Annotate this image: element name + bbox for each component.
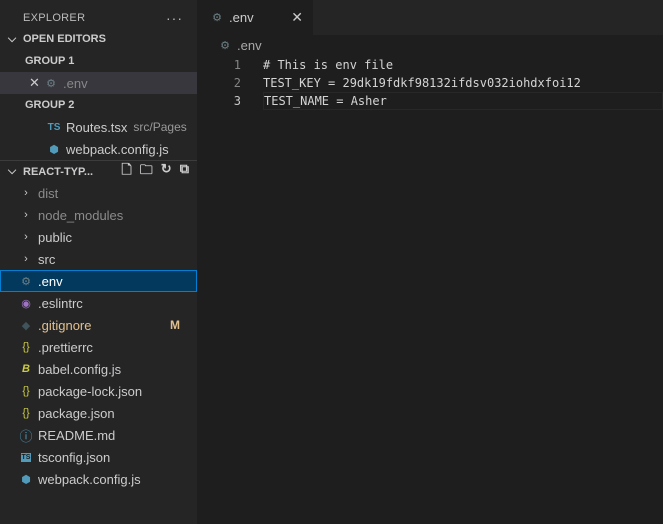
chevron-right-icon: › (24, 209, 28, 221)
webpack-icon: ⬢ (49, 143, 59, 156)
folder-dist[interactable]: › dist (0, 182, 197, 204)
file-name: package-lock.json (38, 383, 143, 399)
folder-name: dist (38, 185, 59, 201)
typescript-icon: TS (47, 121, 61, 133)
folder-name: src (38, 251, 56, 267)
line-number: 3 (233, 94, 241, 108)
refresh-icon[interactable]: ↻ (161, 161, 172, 183)
folder-name: public (38, 229, 72, 245)
open-editor-env[interactable]: ✕ ⚙ .env (0, 72, 197, 94)
new-file-icon[interactable]: 🗋 (121, 161, 131, 183)
new-folder-icon[interactable]: 🗀 (140, 161, 153, 183)
project-title: REACT-TYP... (23, 165, 94, 178)
editor-tab-bar: ⚙ .env ✕ (197, 0, 663, 35)
chevron-down-icon: ⌵ (7, 165, 17, 177)
file-babel-config[interactable]: Bbabel.config.js (0, 358, 197, 380)
babel-icon: B (22, 363, 30, 375)
gear-icon: ⚙ (21, 275, 31, 288)
gear-icon: ⚙ (46, 77, 56, 90)
code-line-current: 3 TEST_NAME = Asher (197, 92, 663, 110)
code-editor[interactable]: 1 # This is env file 2 TEST_KEY = 29dk19fd… (197, 56, 663, 110)
file-gitignore[interactable]: ◆ .gitignore M (0, 314, 197, 336)
json-icon: {} (22, 385, 30, 397)
close-icon[interactable]: ✕ (29, 75, 43, 91)
group-2-label: GROUP 2 (25, 99, 75, 111)
folder-name: node_modules (38, 207, 124, 223)
open-editors-header[interactable]: ⌵ OPEN EDITORS (0, 28, 197, 50)
tab-env[interactable]: ⚙ .env ✕ (197, 0, 313, 35)
file-prettierrc[interactable]: {} .prettierrc (0, 336, 197, 358)
file-eslintrc[interactable]: ◉ .eslintrc (0, 292, 197, 314)
file-name: .env (63, 75, 88, 91)
gear-icon: ⚙ (220, 40, 230, 52)
info-icon: ⓘ (19, 428, 33, 444)
file-name: package.json (38, 405, 115, 421)
line-number: 2 (233, 76, 241, 90)
file-name: .env (38, 273, 63, 289)
line-text: TEST_NAME = Asher (263, 92, 663, 110)
chevron-right-icon: › (24, 253, 28, 265)
file-name: tsconfig.json (38, 449, 111, 465)
file-package-lock[interactable]: {} package-lock.json (0, 380, 197, 402)
code-line: 1 # This is env file (197, 56, 663, 74)
file-name: .eslintrc (38, 295, 83, 311)
folder-src[interactable]: › src (0, 248, 197, 270)
breadcrumb-file: .env (237, 38, 262, 53)
file-tsconfig[interactable]: TS tsconfig.json (0, 446, 197, 468)
gear-icon: ⚙ (212, 12, 222, 24)
file-webpack-config[interactable]: ⬢ webpack.config.js (0, 468, 197, 490)
collapse-all-icon[interactable]: ⧉ (180, 161, 189, 183)
chevron-down-icon: ⌵ (7, 32, 17, 45)
open-editor-webpack[interactable]: ⬢ webpack.config.js (0, 138, 197, 160)
group-2-header: GROUP 2 (0, 94, 197, 116)
chevron-right-icon: › (24, 187, 28, 199)
file-readme[interactable]: ⓘ README.md (0, 424, 197, 446)
file-name: .prettierrc (38, 339, 93, 355)
group-1-label: GROUP 1 (25, 55, 75, 67)
eslint-icon: ◉ (21, 297, 31, 310)
file-name: Routes.tsx (66, 119, 128, 135)
folder-public[interactable]: › public (0, 226, 197, 248)
line-text: TEST_KEY = 29dk19fdkf98132ifdsv032iohdxf… (263, 76, 581, 90)
file-name: babel.config.js (38, 361, 122, 377)
code-line: 2 TEST_KEY = 29dk19fdkf98132ifdsv032iohdx… (197, 74, 663, 92)
chevron-right-icon: › (24, 231, 28, 243)
file-package-json[interactable]: {} package.json (0, 402, 197, 424)
file-name: README.md (38, 427, 116, 443)
project-header[interactable]: ⌵ REACT-TYP... 🗋 🗀 ↻ ⧉ (0, 160, 197, 182)
file-name: webpack.config.js (38, 471, 141, 487)
explorer-sidebar: EXPLORER ··· ⌵ OPEN EDITORS GROUP 1 ✕ ⚙ .e… (0, 0, 197, 524)
file-path: src/Pages (133, 120, 187, 134)
json-icon: {} (22, 341, 30, 353)
open-editor-routes[interactable]: TS Routes.tsx src/Pages (0, 116, 197, 138)
open-editors-title: OPEN EDITORS (23, 33, 106, 45)
modified-badge: M (170, 318, 180, 332)
line-text: # This is env file (263, 58, 394, 72)
line-number: 1 (233, 58, 241, 72)
json-icon: {} (22, 407, 30, 419)
file-name: webpack.config.js (66, 141, 169, 157)
breadcrumb[interactable]: ⚙ .env (217, 38, 262, 53)
group-1-header: GROUP 1 (0, 50, 197, 72)
tsconfig-icon: TS (20, 452, 32, 462)
webpack-icon: ⬢ (21, 473, 31, 486)
tab-label: .env (229, 10, 254, 25)
file-name: .gitignore (38, 317, 92, 333)
folder-node-modules[interactable]: › node_modules (0, 204, 197, 226)
file-env[interactable]: ⚙ .env (0, 270, 197, 292)
explorer-title: EXPLORER (23, 11, 86, 24)
more-actions-button[interactable]: ··· (166, 10, 183, 26)
close-tab-icon[interactable]: ✕ (291, 9, 303, 26)
git-icon: ◆ (21, 319, 31, 332)
